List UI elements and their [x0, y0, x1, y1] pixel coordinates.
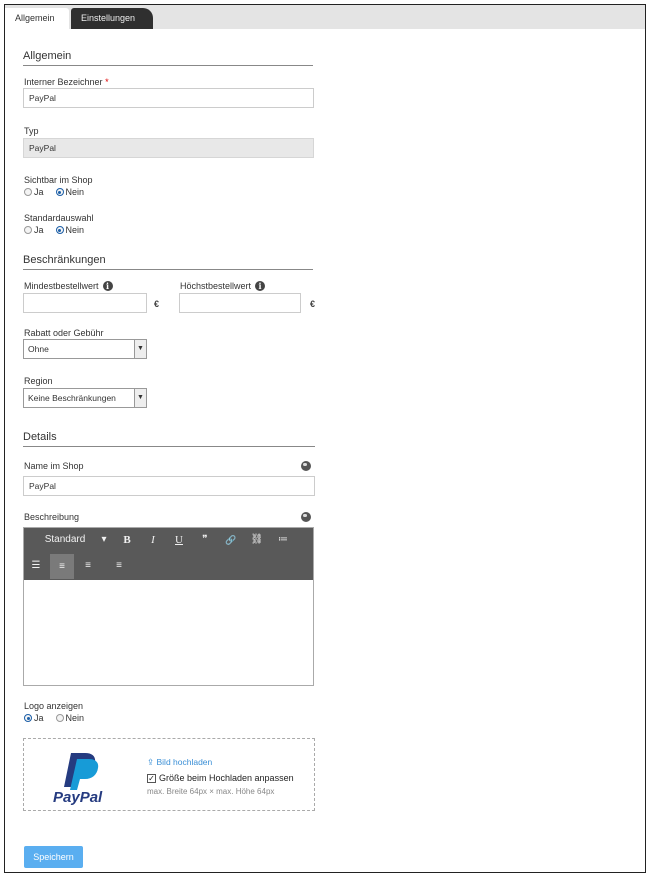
bold-button[interactable]: B	[120, 531, 134, 549]
discount-label: Rabatt oder Gebühr	[24, 328, 104, 338]
default-selection-label: Standardauswahl	[24, 213, 94, 223]
visible-in-shop-label: Sichtbar im Shop	[24, 175, 93, 185]
region-select-value: Keine Beschränkungen	[28, 393, 116, 403]
default-option-ja-label: Ja	[34, 225, 44, 235]
editor-content-area[interactable]	[24, 580, 313, 685]
min-order-label: Mindestbestellwert i	[24, 281, 113, 291]
logo-upload-box[interactable]: PayPal ⇪ Bild hochladen ✓ Größe beim Hoch…	[23, 738, 315, 811]
visible-in-shop-radio-group: Ja Nein	[24, 187, 92, 197]
default-option-nein[interactable]: Nein	[55, 225, 85, 235]
show-logo-radio-group: Ja Nein	[24, 713, 92, 723]
upload-icon: ⇪	[147, 757, 155, 767]
tab-einstellungen[interactable]: Einstellungen	[71, 8, 153, 29]
globe-icon[interactable]	[301, 461, 311, 471]
discount-select-value: Ohne	[28, 344, 49, 354]
shop-name-input[interactable]: PayPal	[23, 476, 315, 496]
resize-label: Größe beim Hochladen anpassen	[159, 773, 294, 783]
section-heading-beschraenkungen: Beschränkungen	[23, 254, 313, 270]
logo-option-nein-label: Nein	[65, 713, 85, 723]
max-order-input[interactable]	[179, 293, 301, 313]
globe-icon[interactable]	[301, 512, 311, 522]
upload-image-link[interactable]: ⇪ Bild hochladen	[147, 757, 212, 768]
tab-allgemein[interactable]: Allgemein	[5, 8, 69, 29]
logo-option-ja[interactable]: Ja	[24, 713, 44, 723]
visible-option-nein[interactable]: Nein	[55, 187, 85, 197]
logo-option-nein[interactable]: Nein	[55, 713, 85, 723]
align-left-icon[interactable]: ≡	[50, 554, 74, 579]
info-icon[interactable]: i	[255, 281, 266, 291]
chevron-down-icon[interactable]: ▼	[134, 340, 146, 358]
max-order-currency: €	[310, 299, 316, 309]
discount-select[interactable]: Ohne ▼	[23, 339, 147, 359]
visible-option-ja-label: Ja	[34, 187, 44, 197]
paypal-logo-text: PayPal	[53, 789, 103, 806]
radio-ja-selected[interactable]	[24, 714, 32, 722]
min-order-label-text: Mindestbestellwert	[24, 281, 99, 291]
section-heading-allgemein: Allgemein	[23, 50, 313, 66]
region-label: Region	[24, 376, 53, 386]
max-size-hint: max. Breite 64px × max. Höhe 64px	[147, 787, 275, 796]
internal-name-label: Interner Bezeichner *	[24, 77, 109, 87]
radio-nein[interactable]	[55, 714, 64, 722]
align-right-icon[interactable]: ≡	[106, 557, 122, 575]
description-label: Beschreibung	[24, 512, 80, 522]
default-option-ja[interactable]: Ja	[24, 225, 44, 235]
tab-bar: Allgemein Einstellungen	[5, 5, 645, 29]
show-logo-label: Logo anzeigen	[24, 701, 84, 711]
resize-checkbox[interactable]: ✓	[147, 774, 156, 784]
link-icon[interactable]: 🔗	[224, 531, 238, 549]
format-dropdown[interactable]: Standard	[40, 531, 90, 549]
settings-window: Allgemein Einstellungen Allgemein Intern…	[4, 4, 646, 873]
underline-button[interactable]: U	[172, 531, 186, 549]
shop-name-label: Name im Shop	[24, 461, 84, 471]
required-marker: *	[105, 77, 109, 87]
description-editor: Standard ▾ B I U ❞ 🔗 ⛓ ≔ ☰ ≡ ≡ ≡	[23, 527, 314, 686]
format-dropdown-label: Standard	[44, 534, 86, 545]
radio-nein-selected[interactable]	[55, 226, 64, 234]
section-heading-details: Details	[23, 431, 315, 447]
chevron-down-icon[interactable]: ▾	[98, 531, 110, 549]
editor-toolbar: Standard ▾ B I U ❞ 🔗 ⛓ ≔ ☰ ≡ ≡ ≡	[24, 528, 313, 580]
radio-ja[interactable]	[24, 188, 32, 196]
min-order-currency: €	[154, 299, 160, 309]
save-button[interactable]: Speichern	[24, 846, 83, 868]
type-label: Typ	[24, 126, 39, 136]
unordered-list-icon[interactable]: ☰	[28, 557, 44, 575]
logo-option-ja-label: Ja	[34, 713, 44, 723]
internal-name-label-text: Interner Bezeichner	[24, 77, 103, 87]
max-order-label-text: Höchstbestellwert	[180, 281, 252, 291]
chevron-down-icon[interactable]: ▼	[134, 389, 146, 407]
radio-ja[interactable]	[24, 226, 32, 234]
radio-nein-selected[interactable]	[55, 188, 64, 196]
visible-option-ja[interactable]: Ja	[24, 187, 44, 197]
quote-icon[interactable]: ❞	[198, 531, 212, 549]
default-option-nein-label: Nein	[65, 225, 85, 235]
ordered-list-icon[interactable]: ≔	[276, 531, 290, 549]
info-icon[interactable]: i	[102, 281, 113, 291]
align-center-icon[interactable]: ≡	[80, 557, 96, 575]
resize-option[interactable]: ✓ Größe beim Hochladen anpassen	[147, 773, 294, 784]
unlink-icon[interactable]: ⛓	[250, 531, 264, 549]
type-field: PayPal	[23, 138, 314, 158]
internal-name-input[interactable]: PayPal	[23, 88, 314, 108]
visible-option-nein-label: Nein	[65, 187, 85, 197]
region-select[interactable]: Keine Beschränkungen ▼	[23, 388, 147, 408]
max-order-label: Höchstbestellwert i	[180, 281, 266, 291]
paypal-logo: PayPal	[49, 749, 119, 806]
upload-image-label: Bild hochladen	[156, 757, 213, 767]
default-selection-radio-group: Ja Nein	[24, 225, 92, 235]
italic-button[interactable]: I	[146, 531, 160, 549]
min-order-input[interactable]	[23, 293, 147, 313]
